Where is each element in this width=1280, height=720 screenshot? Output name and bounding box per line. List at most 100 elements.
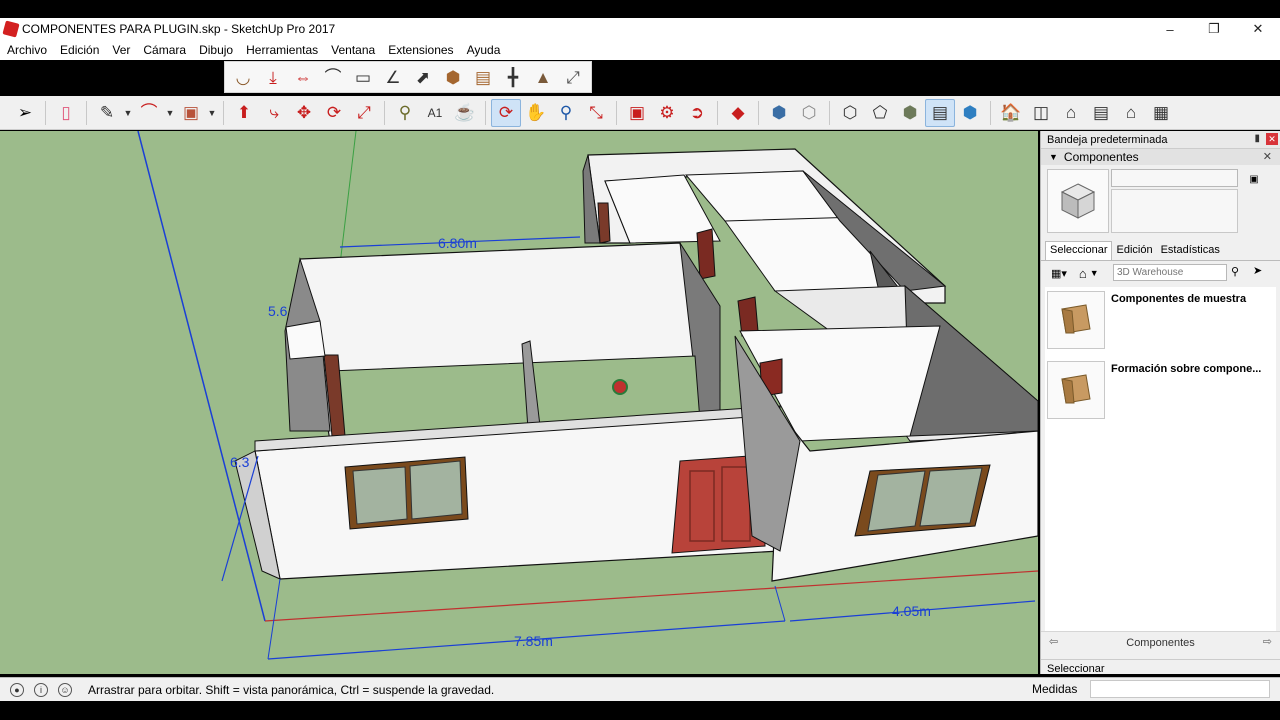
tab-edicion[interactable]: Edición bbox=[1112, 242, 1156, 260]
move-icon[interactable]: ✥ bbox=[289, 99, 319, 127]
menu-ventana[interactable]: Ventana bbox=[331, 43, 375, 57]
rectangle-dropdown-icon[interactable]: ▼ bbox=[206, 99, 218, 127]
navigation-dropdown-icon[interactable]: ▼ bbox=[1090, 268, 1099, 278]
back-arrow-icon[interactable]: ⇦ bbox=[1049, 635, 1058, 648]
zoom-extents-icon[interactable]: ⤡ bbox=[581, 99, 611, 127]
back-view-icon[interactable]: ⌂ bbox=[1116, 99, 1146, 127]
forward-arrow-icon[interactable]: ➤ bbox=[1253, 264, 1262, 277]
menu-archivo[interactable]: Archivo bbox=[7, 43, 47, 57]
arc-icon[interactable]: ⌒ bbox=[134, 99, 164, 127]
shaded-icon[interactable]: ⬢ bbox=[895, 99, 925, 127]
left-view-icon[interactable]: ▦ bbox=[1146, 99, 1176, 127]
frame-icon[interactable]: ╋ bbox=[498, 63, 528, 91]
extend-icon[interactable]: ⤢ bbox=[558, 63, 588, 91]
move-down-icon[interactable]: ⤓ bbox=[258, 63, 288, 91]
home-icon[interactable]: ⌂ bbox=[1079, 266, 1087, 281]
paint-bucket-icon[interactable]: ☕ bbox=[450, 99, 480, 127]
component-description-field[interactable] bbox=[1111, 189, 1238, 233]
close-icon[interactable]: ✕ bbox=[1266, 133, 1278, 145]
back-edges-icon[interactable]: ⬡ bbox=[794, 99, 824, 127]
eraser-icon[interactable]: ▯ bbox=[51, 99, 81, 127]
zoom-icon[interactable]: ⚲ bbox=[551, 99, 581, 127]
close-icon[interactable]: ✕ bbox=[1236, 18, 1280, 40]
menu-dibujo[interactable]: Dibujo bbox=[199, 43, 233, 57]
list-item[interactable]: Formación sobre compone... bbox=[1045, 357, 1276, 427]
toolbar-separator bbox=[616, 100, 617, 125]
component-thumbnail bbox=[1047, 169, 1109, 233]
front-view-icon[interactable]: ⌂ bbox=[1056, 99, 1086, 127]
pencil-icon[interactable]: ✎ bbox=[92, 99, 122, 127]
dimension-label-right: 4.05m bbox=[892, 603, 931, 619]
menu-ver[interactable]: Ver bbox=[112, 43, 130, 57]
measurements-input[interactable] bbox=[1090, 680, 1270, 698]
menu-herramientas[interactable]: Herramientas bbox=[246, 43, 318, 57]
model-canvas[interactable]: 6.80m 5.6 6.3 7.85m 4.05m bbox=[0, 131, 1038, 674]
offset-horizontal-icon[interactable]: ⇔ bbox=[288, 63, 318, 91]
list-item[interactable]: Componentes de muestra bbox=[1045, 287, 1276, 357]
sketchup-logo-icon bbox=[2, 20, 20, 38]
ruby-icon[interactable]: ◆ bbox=[723, 99, 753, 127]
send-layout-icon[interactable]: ➲ bbox=[682, 99, 712, 127]
menu-camara[interactable]: Cámara bbox=[143, 43, 186, 57]
select-icon[interactable]: ➢ bbox=[10, 99, 40, 127]
orbit-icon[interactable]: ⟳ bbox=[491, 98, 521, 127]
wireframe-icon[interactable]: ⬡ bbox=[835, 99, 865, 127]
box-3d-icon[interactable]: ⬢ bbox=[438, 63, 468, 91]
minimize-icon[interactable]: – bbox=[1148, 18, 1192, 40]
menu-extensiones[interactable]: Extensiones bbox=[388, 43, 453, 57]
view-options-icon[interactable]: ▦▾ bbox=[1051, 267, 1067, 280]
select-move-icon[interactable]: ⬈ bbox=[408, 63, 438, 91]
follow-arc-icon[interactable]: ⌒ bbox=[318, 63, 348, 91]
right-view-icon[interactable]: ▤ bbox=[1086, 99, 1116, 127]
collapse-triangle-icon[interactable]: ▼ bbox=[1049, 152, 1058, 162]
nav-title: Componentes bbox=[1126, 636, 1195, 649]
pin-icon[interactable]: ▮ bbox=[1254, 133, 1260, 144]
toolbar-separator bbox=[45, 100, 46, 125]
tape-measure-icon[interactable]: ⚲ bbox=[390, 99, 420, 127]
top-view-icon[interactable]: ◫ bbox=[1026, 99, 1056, 127]
components-panel-header[interactable]: ▼ Componentes ✕ bbox=[1041, 148, 1280, 165]
drawing-viewport[interactable]: 6.80m 5.6 6.3 7.85m 4.05m bbox=[0, 131, 1038, 674]
user-icon[interactable]: ☺ bbox=[58, 682, 72, 697]
hidden-line-icon[interactable]: ⬠ bbox=[865, 99, 895, 127]
shaded-textures-icon[interactable]: ▤ bbox=[925, 98, 955, 127]
search-input[interactable] bbox=[1113, 264, 1227, 281]
search-icon[interactable]: ⚲ bbox=[1231, 265, 1239, 278]
restore-icon[interactable]: ❐ bbox=[1192, 18, 1236, 40]
warehouse-icon[interactable]: ▣ bbox=[622, 99, 652, 127]
window-pane bbox=[352, 466, 408, 525]
toolbar-separator bbox=[990, 100, 991, 125]
scale-icon[interactable]: ⤢ bbox=[349, 99, 379, 127]
menu-edicion[interactable]: Edición bbox=[60, 43, 99, 57]
iso-view-icon[interactable]: 🏠 bbox=[996, 99, 1026, 127]
stairs-icon[interactable]: ▤ bbox=[468, 63, 498, 91]
info-icon[interactable]: i bbox=[34, 682, 48, 697]
component-name-field[interactable] bbox=[1111, 169, 1238, 187]
folder-icon bbox=[1047, 291, 1105, 349]
angle-icon[interactable]: ∠ bbox=[378, 63, 408, 91]
menu-ayuda[interactable]: Ayuda bbox=[467, 43, 501, 57]
forward-arrow-icon[interactable]: ⇨ bbox=[1263, 635, 1272, 648]
details-menu-icon[interactable]: ▣ bbox=[1247, 171, 1261, 187]
rect-plane-icon[interactable]: ▭ bbox=[348, 63, 378, 91]
geolocation-icon[interactable]: ● bbox=[10, 682, 24, 697]
xray-icon[interactable]: ⬢ bbox=[764, 99, 794, 127]
arc-dropdown-icon[interactable]: ▼ bbox=[164, 99, 176, 127]
roof-icon[interactable]: ▲ bbox=[528, 63, 558, 91]
push-pull-icon[interactable]: ⬆ bbox=[229, 99, 259, 127]
rectangle-icon[interactable]: ▣ bbox=[176, 99, 206, 127]
pan-icon[interactable]: ✋ bbox=[521, 99, 551, 127]
rotate-icon[interactable]: ⟳ bbox=[319, 99, 349, 127]
text-icon[interactable]: A1 bbox=[420, 99, 450, 127]
pencil-dropdown-icon[interactable]: ▼ bbox=[122, 99, 134, 127]
follow-me-icon[interactable]: ⤷ bbox=[259, 99, 289, 127]
extension-line bbox=[774, 585, 786, 622]
monochrome-icon[interactable]: ⬢ bbox=[955, 99, 985, 127]
close-icon[interactable]: ✕ bbox=[1263, 150, 1272, 163]
extension-warehouse-icon[interactable]: ⚙ bbox=[652, 99, 682, 127]
tab-estadisticas[interactable]: Estadísticas bbox=[1157, 242, 1224, 260]
window-pane bbox=[409, 460, 463, 520]
dimension-label-bottom: 7.85m bbox=[514, 633, 553, 649]
tab-seleccionar[interactable]: Seleccionar bbox=[1045, 241, 1113, 260]
push-pull-icon[interactable]: ◡ bbox=[228, 63, 258, 91]
